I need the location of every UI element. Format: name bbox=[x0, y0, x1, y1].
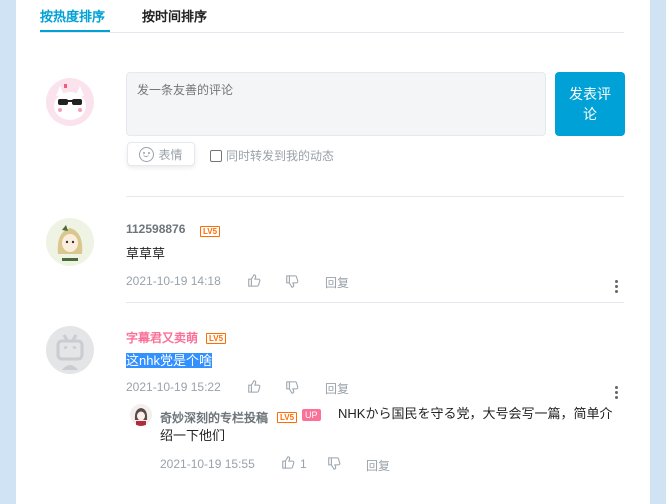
sort-tabs: 按热度排序 按时间排序 bbox=[40, 0, 624, 33]
avatar[interactable] bbox=[46, 326, 94, 374]
like-icon[interactable] bbox=[281, 455, 295, 469]
level-badge: LV5 bbox=[206, 333, 227, 344]
smiley-icon bbox=[139, 146, 155, 162]
tab-sort-time[interactable]: 按时间排序 bbox=[142, 6, 207, 25]
reply-button[interactable]: 回复 bbox=[325, 380, 349, 397]
active-tab-indicator bbox=[40, 30, 110, 32]
avatar[interactable] bbox=[46, 218, 94, 266]
divider bbox=[126, 196, 624, 197]
reply-button[interactable]: 回复 bbox=[366, 457, 390, 474]
forward-checkbox[interactable] bbox=[210, 149, 222, 162]
cat-sunglasses-icon bbox=[46, 78, 94, 126]
post-comment-button[interactable]: 发表评论 bbox=[555, 72, 625, 136]
emoji-button[interactable]: 表情 bbox=[127, 142, 195, 166]
emoji-label: 表情 bbox=[158, 147, 183, 162]
reply-avatar[interactable] bbox=[130, 404, 152, 426]
my-avatar[interactable] bbox=[46, 78, 94, 126]
selected-text: 这nhk党是个啥 bbox=[126, 353, 212, 368]
like-icon[interactable] bbox=[247, 273, 261, 287]
reply-button[interactable]: 回复 bbox=[325, 274, 349, 291]
tab-sort-hot[interactable]: 按热度排序 bbox=[40, 6, 105, 25]
like-icon[interactable] bbox=[247, 379, 261, 393]
comment-input[interactable]: 发一条友善的评论 bbox=[126, 72, 546, 136]
anime-girl-avatar-icon bbox=[46, 218, 94, 266]
dislike-icon[interactable] bbox=[327, 457, 341, 471]
dislike-icon[interactable] bbox=[285, 381, 299, 395]
reply-user-avatar-icon bbox=[130, 404, 152, 426]
forward-label: 同时转发到我的动态 bbox=[226, 149, 335, 163]
reply-text: NHKから国民を守る党，大号会写一篇，简单介绍一下他们 bbox=[160, 406, 613, 443]
comment-username[interactable]: 字幕君又卖萌 bbox=[126, 329, 198, 346]
comment-time: 2021-10-19 15:22 bbox=[126, 380, 221, 394]
comment-panel: 按热度排序 按时间排序 发一条友善的评论 发表评论 表情 同时转发到我的动态 1… bbox=[16, 0, 650, 504]
like-count: 1 bbox=[300, 457, 307, 471]
level-badge: LV5 bbox=[200, 226, 221, 237]
divider bbox=[126, 302, 624, 303]
forward-option[interactable]: 同时转发到我的动态 bbox=[210, 147, 334, 164]
default-tv-avatar-icon bbox=[46, 326, 94, 374]
more-options-icon[interactable] bbox=[615, 280, 618, 293]
dislike-icon[interactable] bbox=[285, 275, 299, 289]
comment-text: 这nhk党是个啥 bbox=[126, 350, 212, 372]
reply-time: 2021-10-19 15:55 bbox=[160, 457, 255, 471]
more-options-icon[interactable] bbox=[615, 386, 618, 399]
comment-time: 2021-10-19 14:18 bbox=[126, 274, 221, 288]
comment-text: 草草草 bbox=[126, 246, 166, 261]
comment-username[interactable]: 112598876 bbox=[126, 222, 185, 236]
